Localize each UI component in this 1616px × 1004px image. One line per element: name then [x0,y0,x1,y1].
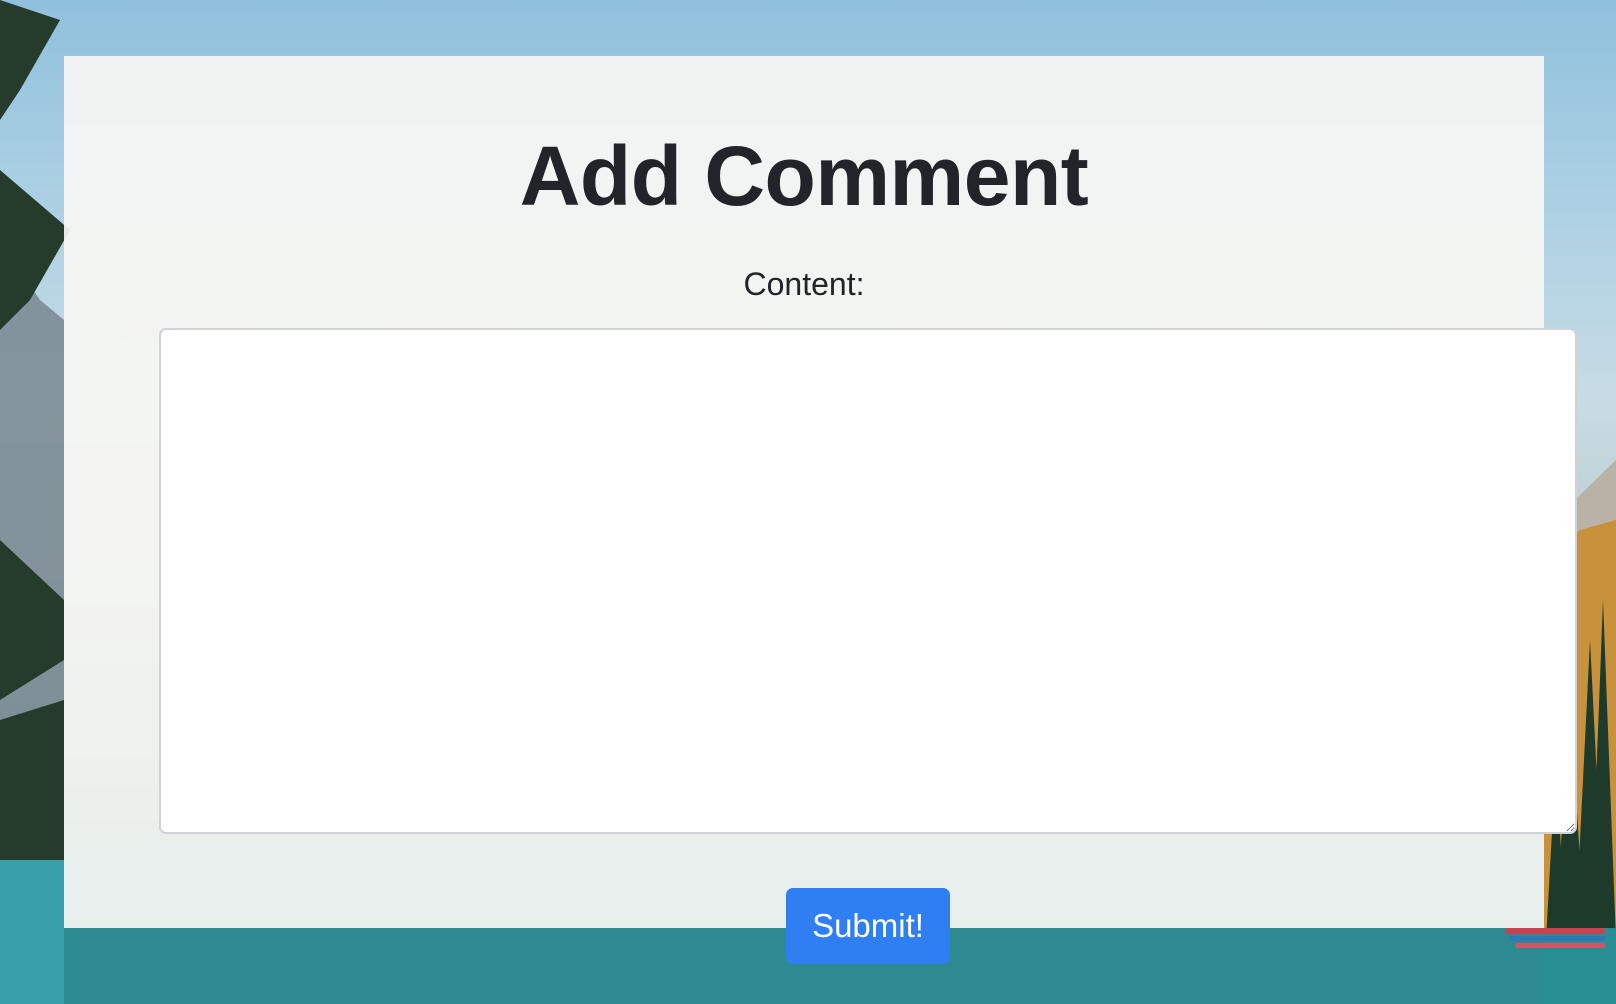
page-title: Add Comment [519,129,1089,223]
content-textarea[interactable] [159,328,1577,834]
comment-form-card: Add Comment Content: Submit! [64,56,1577,964]
content-label: Content: [743,266,865,302]
submit-button[interactable]: Submit! [786,888,950,964]
